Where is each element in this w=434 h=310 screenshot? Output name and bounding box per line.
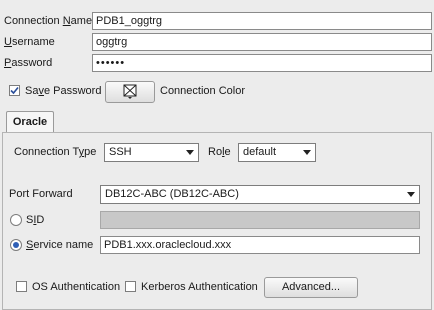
chevron-down-icon [303,150,311,155]
sid-label: SID [26,214,45,226]
username-label: Username [4,36,55,48]
password-label: Password [4,57,53,69]
connection-name-label: Connection Name [4,15,93,27]
tab-oracle[interactable]: Oracle [6,111,54,133]
kerberos-authentication-label: Kerberos Authentication [141,281,258,293]
connection-color-button[interactable] [105,81,155,103]
save-password-label: Save Password [25,85,102,97]
sid-input[interactable] [100,211,420,229]
service-name-radio[interactable] [10,239,22,251]
save-password-checkbox[interactable] [9,85,20,96]
color-swatch-icon [123,84,137,99]
role-select[interactable]: default [238,143,316,162]
port-forward-select[interactable]: DB12C-ABC (DB12C-ABC) [100,185,420,204]
chevron-down-icon [407,192,415,197]
port-forward-label: Port Forward [9,188,73,200]
connection-color-label: Connection Color [160,85,245,97]
chevron-down-icon [186,150,194,155]
checkmark-icon [10,86,19,95]
username-input[interactable]: oggtrg [92,33,432,51]
kerberos-authentication-checkbox[interactable] [125,281,136,292]
password-input[interactable]: •••••• [92,54,432,72]
role-value: default [243,146,277,158]
advanced-button[interactable]: Advanced... [264,277,358,298]
connection-type-label: Connection Type [14,146,97,158]
service-name-label: Service name [26,239,94,251]
os-authentication-label: OS Authentication [32,281,121,293]
service-name-input[interactable]: PDB1.xxx.oraclecloud.xxx [100,236,420,254]
sid-radio[interactable] [10,214,22,226]
os-authentication-checkbox[interactable] [16,281,27,292]
connection-type-select[interactable]: SSH [104,143,199,162]
connection-type-value: SSH [109,146,132,158]
port-forward-value: DB12C-ABC (DB12C-ABC) [105,188,239,200]
connection-name-input[interactable]: PDB1_oggtrg [92,12,432,30]
role-label: Role [208,146,231,158]
